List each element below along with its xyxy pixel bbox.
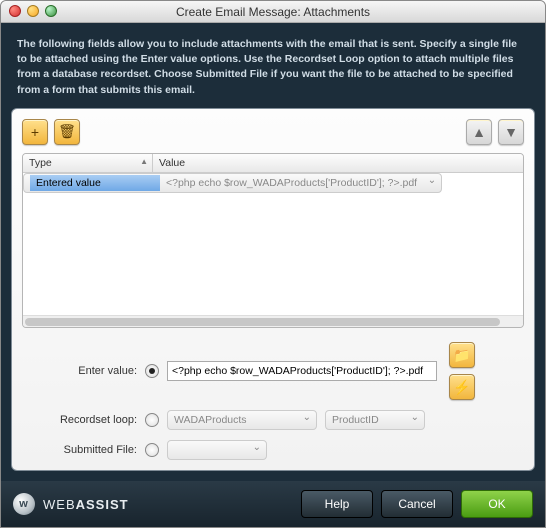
move-up-button[interactable]: ▲: [466, 119, 492, 145]
form-area: Enter value: 📁 ⚡ Recordset loop: WADAPro…: [22, 342, 524, 460]
add-button[interactable]: +: [22, 119, 48, 145]
row-enter-value: Enter value: 📁 ⚡: [22, 342, 524, 400]
window-controls: [9, 5, 57, 17]
dialog-footer: w WEBASSIST Help Cancel OK: [1, 481, 545, 527]
folder-icon: 📁: [453, 347, 470, 364]
lightning-icon: ⚡: [453, 379, 470, 396]
right-toolbar: ▲ ▼: [466, 119, 524, 145]
label-recordset-loop: Recordset loop:: [22, 414, 137, 426]
radio-submitted-file[interactable]: [145, 443, 159, 457]
dynamic-data-button[interactable]: ⚡: [449, 374, 475, 400]
row-submitted-file: Submitted File:: [22, 440, 524, 460]
value-side-buttons: 📁 ⚡: [449, 342, 475, 400]
ok-button[interactable]: OK: [461, 490, 533, 518]
dialog-content: The following fields allow you to includ…: [1, 23, 545, 481]
main-panel: + 🗑 ▲ ▼ Type ▲ Value: [11, 108, 535, 471]
recordset-column-select[interactable]: ProductID: [325, 410, 425, 430]
trash-icon: 🗑: [58, 123, 76, 140]
brand-text: WEBASSIST: [43, 497, 129, 512]
attachments-list: Type ▲ Value Entered value <?php echo $r…: [22, 153, 524, 328]
brand: w WEBASSIST: [13, 493, 129, 515]
recordset-select[interactable]: WADAProducts: [167, 410, 317, 430]
list-header: Type ▲ Value: [23, 154, 523, 173]
brand-thin: WEB: [43, 497, 76, 512]
browse-button[interactable]: 📁: [449, 342, 475, 368]
cell-value: <?php echo $row_WADAProducts['ProductID'…: [160, 175, 423, 191]
window-title: Create Email Message: Attachments: [176, 5, 370, 19]
titlebar: Create Email Message: Attachments: [1, 1, 545, 23]
enter-value-input[interactable]: [167, 361, 437, 381]
delete-button[interactable]: 🗑: [54, 119, 80, 145]
move-down-button[interactable]: ▼: [498, 119, 524, 145]
dialog-window: Create Email Message: Attachments The fo…: [0, 0, 546, 528]
cell-type: Entered value: [30, 175, 160, 191]
brand-logo-icon: w: [13, 493, 35, 515]
scrollbar-thumb[interactable]: [25, 318, 500, 326]
help-button[interactable]: Help: [301, 490, 373, 518]
intro-text: The following fields allow you to includ…: [11, 33, 535, 100]
minimize-icon[interactable]: [27, 5, 39, 17]
brand-bold: ASSIST: [76, 497, 129, 512]
sort-indicator-icon: ▲: [140, 157, 148, 166]
submitted-file-select[interactable]: [167, 440, 267, 460]
label-submitted-file: Submitted File:: [22, 444, 137, 456]
zoom-icon[interactable]: [45, 5, 57, 17]
label-enter-value: Enter value:: [22, 365, 137, 377]
recordset-select-value: WADAProducts: [174, 414, 247, 426]
header-type-label: Type: [29, 157, 52, 169]
recordset-column-value: ProductID: [332, 414, 379, 426]
header-type[interactable]: Type ▲: [23, 154, 153, 172]
horizontal-scrollbar[interactable]: [23, 315, 523, 327]
plus-icon: +: [31, 124, 39, 140]
row-recordset-loop: Recordset loop: WADAProducts ProductID: [22, 410, 524, 430]
table-row[interactable]: Entered value <?php echo $row_WADAProduc…: [23, 173, 442, 193]
chevron-down-icon: ▼: [504, 124, 518, 140]
chevron-up-icon: ▲: [472, 124, 486, 140]
toolbar-row: + 🗑 ▲ ▼: [22, 119, 524, 145]
header-value[interactable]: Value: [153, 154, 523, 172]
close-icon[interactable]: [9, 5, 21, 17]
left-toolbar: + 🗑: [22, 119, 80, 145]
radio-enter-value[interactable]: [145, 364, 159, 378]
list-body: Entered value <?php echo $row_WADAProduc…: [23, 173, 523, 315]
radio-recordset-loop[interactable]: [145, 413, 159, 427]
cancel-button[interactable]: Cancel: [381, 490, 453, 518]
